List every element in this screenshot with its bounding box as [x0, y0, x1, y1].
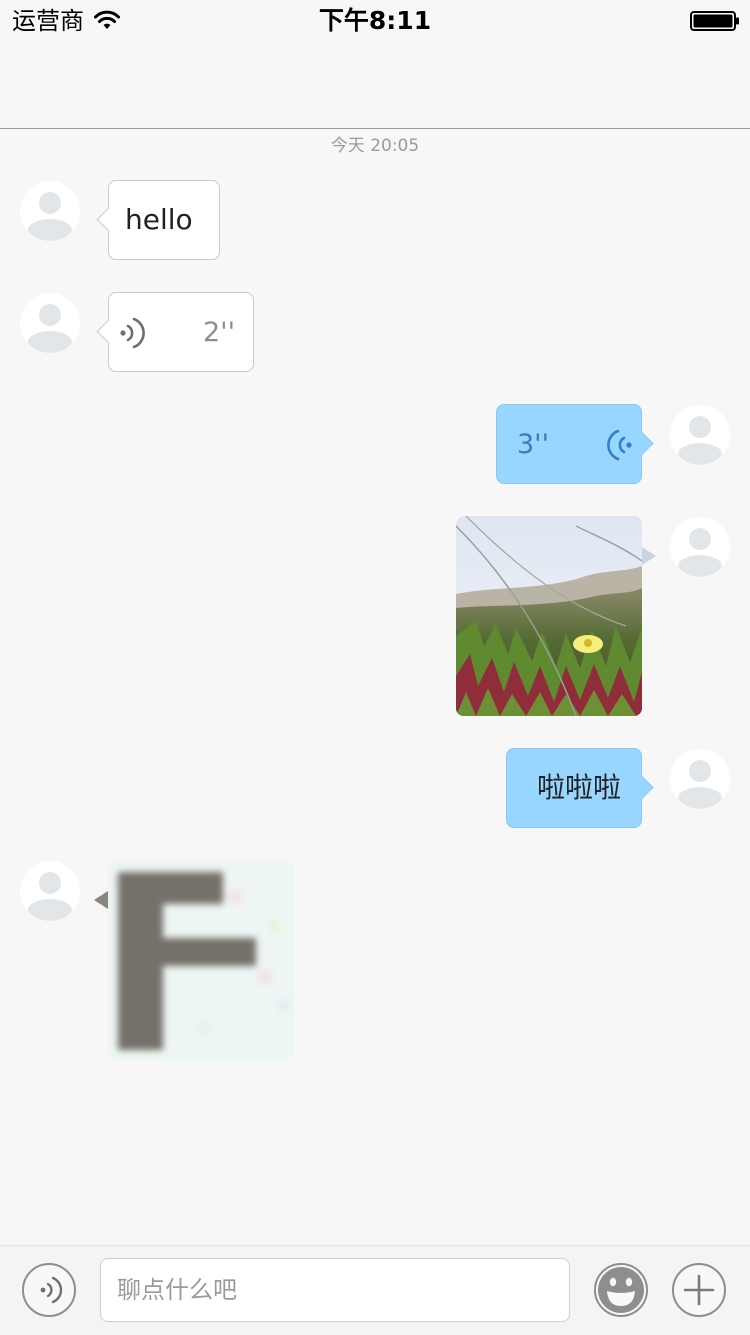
- voice-play-icon: [120, 317, 145, 349]
- contact-avatar[interactable]: [20, 181, 80, 241]
- voice-icon: [40, 1276, 63, 1304]
- message-input[interactable]: [100, 1258, 570, 1322]
- flower-photo: [456, 516, 642, 716]
- voice-duration: 3'': [517, 429, 550, 460]
- more-button[interactable]: [672, 1263, 726, 1317]
- bubble-tail: [96, 319, 121, 344]
- my-avatar[interactable]: [670, 517, 730, 577]
- emoji-button[interactable]: [594, 1263, 648, 1317]
- voice-duration: 2'': [203, 317, 236, 348]
- image-message-outgoing[interactable]: [456, 516, 642, 716]
- voice-message-outgoing[interactable]: 3'': [496, 404, 654, 484]
- contact-avatar[interactable]: [20, 861, 80, 921]
- bubble-tail: [642, 547, 656, 565]
- message-text: hello: [125, 203, 193, 236]
- my-avatar[interactable]: [670, 405, 730, 465]
- blurry-letter-image: [108, 860, 294, 1060]
- plus-icon: [683, 1274, 715, 1306]
- emoji-icon: [598, 1267, 644, 1313]
- bubble-tail: [94, 891, 108, 909]
- input-bar: [0, 1245, 750, 1335]
- battery-icon: [690, 11, 739, 31]
- message-list[interactable]: 今天 20:05 hello 2'' 3'' 啦啦啦: [0, 129, 750, 1245]
- contact-avatar[interactable]: [20, 293, 80, 353]
- message-bubble-outgoing[interactable]: 啦啦啦: [506, 748, 654, 828]
- voice-play-icon: [607, 429, 632, 461]
- voice-message-incoming[interactable]: 2'': [96, 292, 254, 372]
- message-text: 啦啦啦: [537, 771, 622, 804]
- voice-button[interactable]: [22, 1263, 76, 1317]
- message-timestamp: 今天 20:05: [330, 136, 420, 156]
- bubble-tail: [96, 207, 121, 232]
- bubble-tail: [629, 431, 654, 456]
- image-message-incoming[interactable]: [108, 860, 294, 1060]
- message-bubble-incoming[interactable]: hello: [96, 180, 220, 260]
- clock: 下午8:11: [318, 6, 432, 35]
- my-avatar[interactable]: [670, 749, 730, 809]
- bubble-tail: [629, 775, 654, 800]
- navigation-bar: [0, 40, 750, 129]
- status-bar: 运营商 下午8:11: [0, 0, 750, 40]
